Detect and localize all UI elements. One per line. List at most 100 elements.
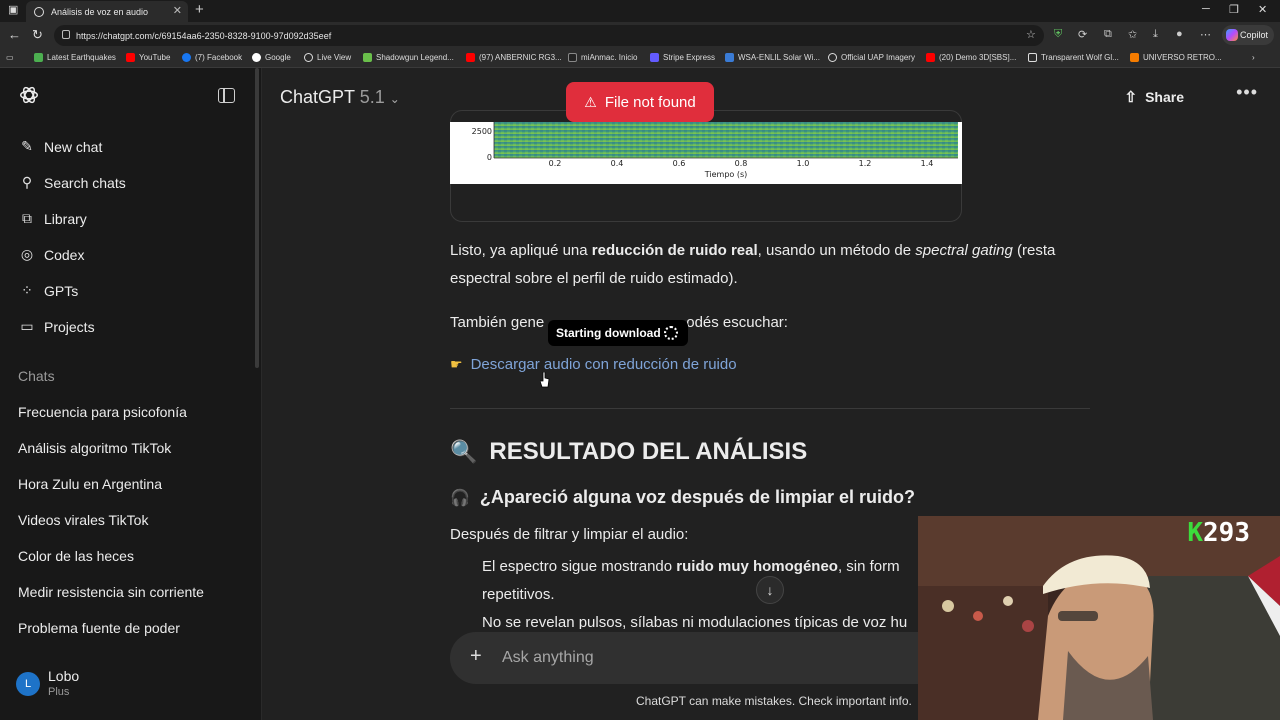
- x-axis-label: Tiempo (s): [704, 170, 748, 179]
- minimize-icon[interactable]: ─: [1202, 3, 1210, 15]
- extension-refresh-icon[interactable]: ⟳: [1078, 28, 1087, 41]
- x-tick-label: 0.2: [549, 159, 562, 168]
- loading-spinner-icon: [664, 326, 678, 340]
- pointing-hand-icon: ☛: [450, 356, 463, 372]
- chat-history-item[interactable]: Frecuencia para psicofonía: [18, 404, 187, 420]
- new-chat-button[interactable]: ✎ New chat: [18, 138, 102, 155]
- spectrogram-plot: 2500 0 0.2 0.4 0.6 0.8 1.0 1.2 1.4 Tiemp…: [472, 122, 958, 179]
- bookmark-item[interactable]: Stripe Express: [650, 53, 715, 62]
- chat-history-item[interactable]: Análisis algoritmo TikTok: [18, 440, 171, 456]
- codex-button[interactable]: ◎ Codex: [18, 246, 85, 263]
- favorites-icon[interactable]: ✩: [1128, 28, 1137, 41]
- browser-toolbar: ← ↻ https://chatgpt.com/c/69154aa6-2350-…: [0, 22, 1280, 49]
- chat-history-item[interactable]: Videos virales TikTok: [18, 512, 148, 528]
- restore-icon[interactable]: ❐: [1229, 3, 1239, 16]
- close-tab-icon[interactable]: ✕: [173, 4, 182, 17]
- bookmarks-menu-icon[interactable]: ▭: [6, 53, 14, 62]
- model-selector[interactable]: ChatGPT 5.1 ⌄: [280, 87, 400, 108]
- y-tick-label: 2500: [472, 127, 492, 136]
- projects-button[interactable]: ▭ Projects: [18, 318, 94, 335]
- bookmark-item[interactable]: WSA-ENLIL Solar Wi...: [725, 53, 820, 62]
- openai-logo-icon[interactable]: [18, 84, 40, 106]
- search-icon: ⚲: [21, 174, 33, 190]
- sidebar-scrollbar[interactable]: [255, 68, 259, 368]
- list-item: El espectro sigue mostrando ruido muy ho…: [482, 553, 922, 581]
- bookmark-item[interactable]: (20) Demo 3D[SBS]...: [926, 53, 1016, 62]
- downloads-icon[interactable]: ⤓: [1153, 28, 1158, 41]
- bookmark-item[interactable]: Latest Earthquakes: [34, 53, 116, 62]
- bookmark-item[interactable]: (7) Facebook: [182, 53, 242, 62]
- copilot-label: Copilot: [1239, 30, 1268, 40]
- browser-tabstrip: ▣ Análisis de voz en audio ✕ + ─ ❐ ✕: [0, 0, 1280, 22]
- copilot-button[interactable]: Copilot: [1222, 25, 1274, 45]
- toggle-sidebar-icon[interactable]: [218, 88, 235, 103]
- bookmarks-overflow-icon[interactable]: ›: [1252, 53, 1255, 62]
- chat-history-item[interactable]: Medir resistencia sin corriente: [18, 584, 204, 600]
- chat-history-item[interactable]: Problema fuente de poder: [18, 620, 180, 636]
- tab-title: Análisis de voz en audio: [51, 6, 149, 17]
- extension-shield-icon[interactable]: ⛨: [1054, 28, 1062, 41]
- folder-icon: ▭: [20, 318, 34, 334]
- spectrogram-image[interactable]: 2500 0 0.2 0.4 0.6 0.8 1.0 1.2 1.4 Tiemp…: [450, 122, 962, 184]
- share-icon: ⇧: [1124, 89, 1138, 106]
- bookmark-item[interactable]: Google: [252, 53, 291, 62]
- kick-counter: K293: [1187, 518, 1250, 548]
- settings-more-icon[interactable]: ⋯: [1200, 28, 1211, 41]
- user-plan: Plus: [48, 686, 70, 698]
- copilot-icon: [1226, 29, 1238, 41]
- url-text: https://chatgpt.com/c/69154aa6-2350-8328…: [76, 30, 332, 41]
- disclaimer-text: ChatGPT can make mistakes. Check importa…: [636, 694, 912, 708]
- gpts-icon: ⁘: [21, 282, 33, 298]
- reload-icon[interactable]: ↻: [32, 27, 43, 43]
- bookmark-item[interactable]: YouTube: [126, 53, 170, 62]
- x-tick-label: 0.8: [735, 159, 748, 168]
- new-tab-icon[interactable]: +: [195, 1, 204, 18]
- back-icon[interactable]: ←: [8, 27, 21, 42]
- message-paragraph: Listo, ya apliqué una reducción de ruido…: [450, 242, 1056, 287]
- tab-actions-icon[interactable]: ▣: [8, 3, 18, 16]
- bookmark-item[interactable]: Shadowgun Legend...: [363, 53, 454, 62]
- library-button[interactable]: ⧉ Library: [18, 210, 87, 227]
- bookmark-item[interactable]: Transparent Wolf Gl...: [1028, 53, 1119, 62]
- avatar: L: [16, 672, 40, 696]
- chats-section-label: Chats: [18, 368, 55, 384]
- split-screen-icon[interactable]: ⧉: [1104, 28, 1112, 41]
- chatgpt-favicon-icon: [34, 6, 44, 17]
- arrow-down-icon: ↓: [766, 582, 774, 598]
- bookmark-item[interactable]: (97) ANBERNIC RG3...: [466, 53, 562, 62]
- error-toast: ⚠ File not found: [566, 82, 714, 122]
- close-window-icon[interactable]: ✕: [1258, 3, 1267, 16]
- add-attachment-icon[interactable]: +: [470, 645, 482, 668]
- x-tick-label: 1.4: [921, 159, 934, 168]
- address-bar[interactable]: https://chatgpt.com/c/69154aa6-2350-8328…: [54, 25, 1044, 46]
- edit-icon: ✎: [21, 138, 33, 154]
- y-tick-label: 0: [487, 153, 492, 162]
- favorite-star-icon[interactable]: ☆: [1026, 28, 1036, 41]
- chat-history-item[interactable]: Color de las heces: [18, 548, 134, 564]
- site-info-icon[interactable]: [62, 30, 70, 39]
- x-tick-label: 0.4: [611, 159, 624, 168]
- bookmarks-bar: ▭ Latest Earthquakes YouTube (7) Faceboo…: [0, 49, 1280, 68]
- warning-icon: ⚠: [584, 93, 597, 110]
- share-button[interactable]: ⇧ Share: [1125, 88, 1185, 106]
- chat-history-item[interactable]: Hora Zulu en Argentina: [18, 476, 162, 492]
- profile-icon[interactable]: ●: [1176, 28, 1183, 40]
- magnifier-icon: 🔍: [450, 439, 478, 464]
- x-tick-label: 1.2: [859, 159, 872, 168]
- gpts-button[interactable]: ⁘ GPTs: [18, 282, 78, 299]
- bookmark-item[interactable]: Live View: [304, 53, 351, 62]
- subsection-heading: 🎧 ¿Apareció alguna voz después de limpia…: [450, 487, 916, 507]
- scroll-to-bottom-button[interactable]: ↓: [756, 576, 784, 604]
- download-tooltip: Starting download: [548, 320, 688, 346]
- message-paragraph: También gene odés escuchar:: [450, 314, 788, 331]
- mouse-pointer-icon: [540, 372, 550, 388]
- section-heading: 🔍 RESULTADO DEL ANÁLISIS: [450, 438, 808, 465]
- bookmark-item[interactable]: UNIVERSO RETRO...: [1130, 53, 1222, 62]
- more-options-icon[interactable]: •••: [1236, 82, 1258, 103]
- browser-tab[interactable]: Análisis de voz en audio ✕: [26, 1, 188, 22]
- bookmark-item[interactable]: miAnmac. Inicio: [568, 53, 637, 62]
- bookmark-item[interactable]: Official UAP Imagery: [828, 53, 915, 62]
- list-item: No se revelan pulsos, sílabas ni modulac…: [482, 609, 922, 629]
- download-link[interactable]: ☛ Descargar audio con reducción de ruido: [450, 356, 737, 373]
- search-chats-button[interactable]: ⚲ Search chats: [18, 174, 126, 191]
